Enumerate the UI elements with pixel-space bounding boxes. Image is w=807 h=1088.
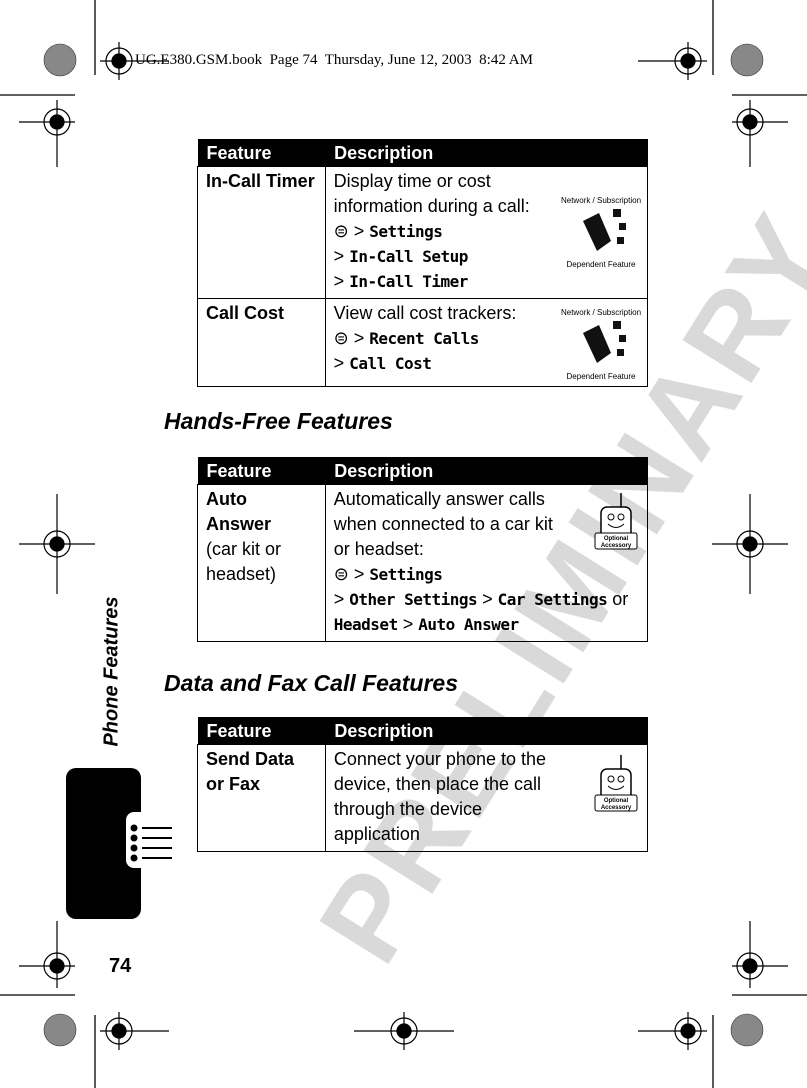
menu-key-icon: ⊜ [333, 221, 349, 241]
book-header-info: UG.E380.GSM.book Page 74 Thursday, June … [135, 52, 533, 68]
menu-path: ⊜ > Settings > Other Settings > Car Sett… [333, 564, 629, 634]
feature-name: Auto Answer [206, 489, 272, 534]
svg-text:Optional: Optional [604, 536, 629, 542]
column-description: Description [325, 717, 648, 745]
call-timer-table: Feature Description In-Call Timer Displa… [197, 139, 649, 387]
svg-text:Accessory: Accessory [601, 543, 632, 549]
table-row: Call Cost View call cost trackers: ⊜ > R… [197, 298, 649, 387]
feature-note: (car kit or headset) [206, 539, 282, 584]
svg-text:Dependent Feature: Dependent Feature [567, 372, 636, 381]
menu-list-icon [130, 824, 172, 862]
table-row: Send Data or Fax Connect your phone to t… [197, 744, 649, 852]
page-number: 74 [109, 955, 132, 977]
feature-name: Send Data or Fax [206, 749, 295, 794]
table-row: In-Call Timer Display time or cost infor… [197, 166, 649, 299]
column-feature: Feature [197, 139, 326, 167]
feature-description: Automatically answer calls when connecte… [333, 489, 553, 559]
feature-description: Connect your phone to the device, then p… [333, 749, 547, 844]
column-description: Description [325, 457, 648, 485]
svg-text:Network / Subscription: Network / Subscription [561, 308, 641, 317]
feature-name: In-Call Timer [197, 166, 326, 299]
column-feature: Feature [197, 457, 326, 485]
network-subscription-badge-icon: Network / Subscription Dependent Feature [561, 196, 641, 269]
table-row: Auto Answer (car kit or headset) Automat… [197, 484, 649, 642]
feature-description: Display time or cost information during … [333, 171, 530, 216]
section-label-vertical: Phone Features [100, 596, 123, 747]
optional-accessory-badge-icon: Optional Accessory [594, 493, 638, 550]
section-title-hands-free: Hands-Free Features [164, 408, 393, 434]
column-feature: Feature [197, 717, 326, 745]
data-fax-table: Feature Description Send Data or Fax Con… [197, 717, 649, 852]
table-header: Feature Description [197, 139, 648, 167]
section-title-data-fax: Data and Fax Call Features [164, 670, 458, 696]
table-header: Feature Description [197, 717, 648, 745]
svg-text:Accessory: Accessory [601, 805, 632, 811]
network-subscription-badge-icon: Network / Subscription Dependent Feature [561, 308, 641, 381]
column-description: Description [325, 139, 648, 167]
svg-text:Optional: Optional [604, 798, 629, 804]
table-header: Feature Description [197, 457, 648, 485]
hands-free-table: Feature Description Auto Answer (car kit… [197, 457, 649, 642]
svg-text:Network / Subscription: Network / Subscription [561, 196, 641, 205]
svg-text:Dependent Feature: Dependent Feature [567, 260, 636, 269]
feature-name: Call Cost [197, 298, 326, 387]
menu-key-icon: ⊜ [333, 564, 349, 584]
menu-key-icon: ⊜ [333, 328, 349, 348]
optional-accessory-badge-icon: Optional Accessory [594, 755, 638, 812]
